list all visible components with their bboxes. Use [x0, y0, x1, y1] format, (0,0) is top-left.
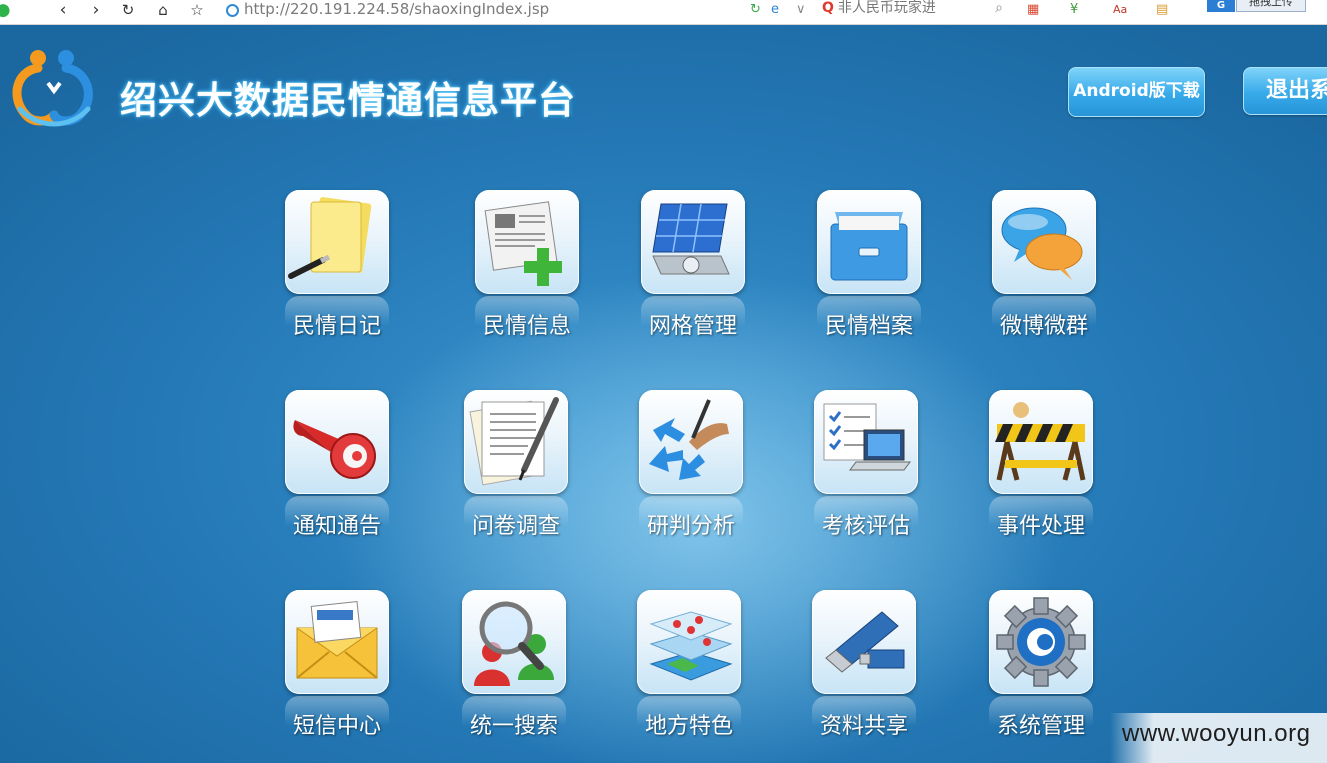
site-globe-icon: [226, 4, 239, 17]
portal-page: 绍兴大数据民情通信息平台 Android版下载 退出系 民情日记 民情信息 网格…: [0, 25, 1327, 763]
dropdown-icon[interactable]: ∨: [796, 2, 806, 18]
tile-xitong-guanli[interactable]: 系统管理: [966, 590, 1116, 750]
notepad-icon: [285, 190, 389, 294]
forward-icon[interactable]: ›: [85, 0, 107, 22]
tile-label: 资料共享: [819, 714, 908, 739]
tile-label: 研判分析: [646, 514, 735, 539]
platform-logo-icon: [12, 50, 93, 127]
search-input[interactable]: Q 非人民币玩家进 ⌕: [822, 0, 1007, 22]
browser-logo-icon: ●: [0, 0, 11, 20]
search-engine-icon: Q: [822, 0, 834, 16]
ie-icon[interactable]: e: [771, 2, 779, 18]
tile-minqing-riji[interactable]: 民情日记: [262, 190, 412, 350]
tile-label: 民情日记: [292, 314, 381, 339]
tile-label: 民情档案: [824, 314, 913, 339]
search-icon[interactable]: ⌕: [995, 0, 1003, 17]
account-badge-icon[interactable]: G: [1207, 0, 1235, 12]
upload-tooltip: 拖拽上传: [1236, 0, 1306, 12]
grid-panel-icon: [641, 190, 745, 294]
tile-kaohe-pinggu[interactable]: 考核评估: [791, 390, 941, 550]
tile-weibo-weiqun[interactable]: 微博微群: [969, 190, 1119, 350]
tile-label: 民情信息: [482, 314, 571, 339]
tile-label: 问卷调查: [471, 514, 560, 539]
apps-icon[interactable]: ▦: [1027, 2, 1039, 18]
tile-tongzhi-tonggao[interactable]: 通知通告: [262, 390, 412, 550]
android-download-button[interactable]: Android版下载: [1068, 67, 1205, 117]
tile-label: 通知通告: [292, 514, 381, 539]
tile-label: 短信中心: [292, 714, 381, 739]
search-placeholder: 非人民币玩家进: [837, 0, 936, 16]
chat-bubbles-icon: [992, 190, 1096, 294]
tile-wangge-guanli[interactable]: 网格管理: [618, 190, 768, 350]
map-layers-icon: [637, 590, 741, 694]
newspaper-add-icon: [475, 190, 579, 294]
tile-minqing-xinxi[interactable]: 民情信息: [452, 190, 602, 350]
address-bar[interactable]: http://220.191.224.58/shaoxingIndex.jsp: [226, 0, 746, 22]
questionnaire-pen-icon: [464, 390, 568, 494]
extension-icon[interactable]: ▤: [1156, 2, 1168, 18]
tile-duanxin-zhongxin[interactable]: 短信中心: [262, 590, 412, 750]
home-icon[interactable]: ⌂: [152, 0, 174, 22]
logout-button[interactable]: 退出系: [1243, 67, 1327, 115]
refresh-green-icon[interactable]: ↻: [750, 2, 761, 18]
page-title: 绍兴大数据民情通信息平台: [120, 79, 576, 122]
pdf-icon[interactable]: Aa: [1113, 2, 1127, 18]
envelope-icon: [285, 590, 389, 694]
tile-ziliao-gongxiang[interactable]: 资料共享: [789, 590, 939, 750]
tile-difang-tese[interactable]: 地方特色: [614, 590, 764, 750]
reload-icon[interactable]: ↻: [117, 0, 139, 22]
file-cabinet-icon: [817, 190, 921, 294]
address-url: http://220.191.224.58/shaoxingIndex.jsp: [244, 0, 550, 18]
tile-label: 统一搜索: [469, 714, 558, 739]
analysis-arrows-icon: [639, 390, 743, 494]
tile-label: 考核评估: [821, 514, 910, 539]
tile-label: 网格管理: [648, 314, 737, 339]
tile-shijian-chuli[interactable]: 事件处理: [966, 390, 1116, 550]
magnifier-users-icon: [462, 590, 566, 694]
tile-label: 事件处理: [996, 514, 1085, 539]
tile-label: 地方特色: [644, 714, 733, 739]
tile-yanpan-fenxi[interactable]: 研判分析: [616, 390, 766, 550]
tile-label: 系统管理: [996, 714, 1085, 739]
gear-icon: [989, 590, 1093, 694]
tile-minqing-dangan[interactable]: 民情档案: [794, 190, 944, 350]
laptop-checklist-icon: [814, 390, 918, 494]
wallet-icon[interactable]: ¥: [1070, 2, 1078, 18]
watermark-text: www.wooyun.org: [1122, 720, 1311, 747]
tile-tongyi-sousuo[interactable]: 统一搜索: [439, 590, 589, 750]
tile-wenjuan-diaocha[interactable]: 问卷调查: [441, 390, 591, 550]
tile-label: 微博微群: [999, 314, 1088, 339]
barrier-icon: [989, 390, 1093, 494]
browser-toolbar: ● ‹ › ↻ ⌂ ☆ http://220.191.224.58/shaoxi…: [0, 0, 1327, 25]
megaphone-icon: [285, 390, 389, 494]
back-icon[interactable]: ‹: [52, 0, 74, 22]
favorite-star-icon[interactable]: ☆: [186, 0, 208, 22]
usb-drive-icon: [812, 590, 916, 694]
